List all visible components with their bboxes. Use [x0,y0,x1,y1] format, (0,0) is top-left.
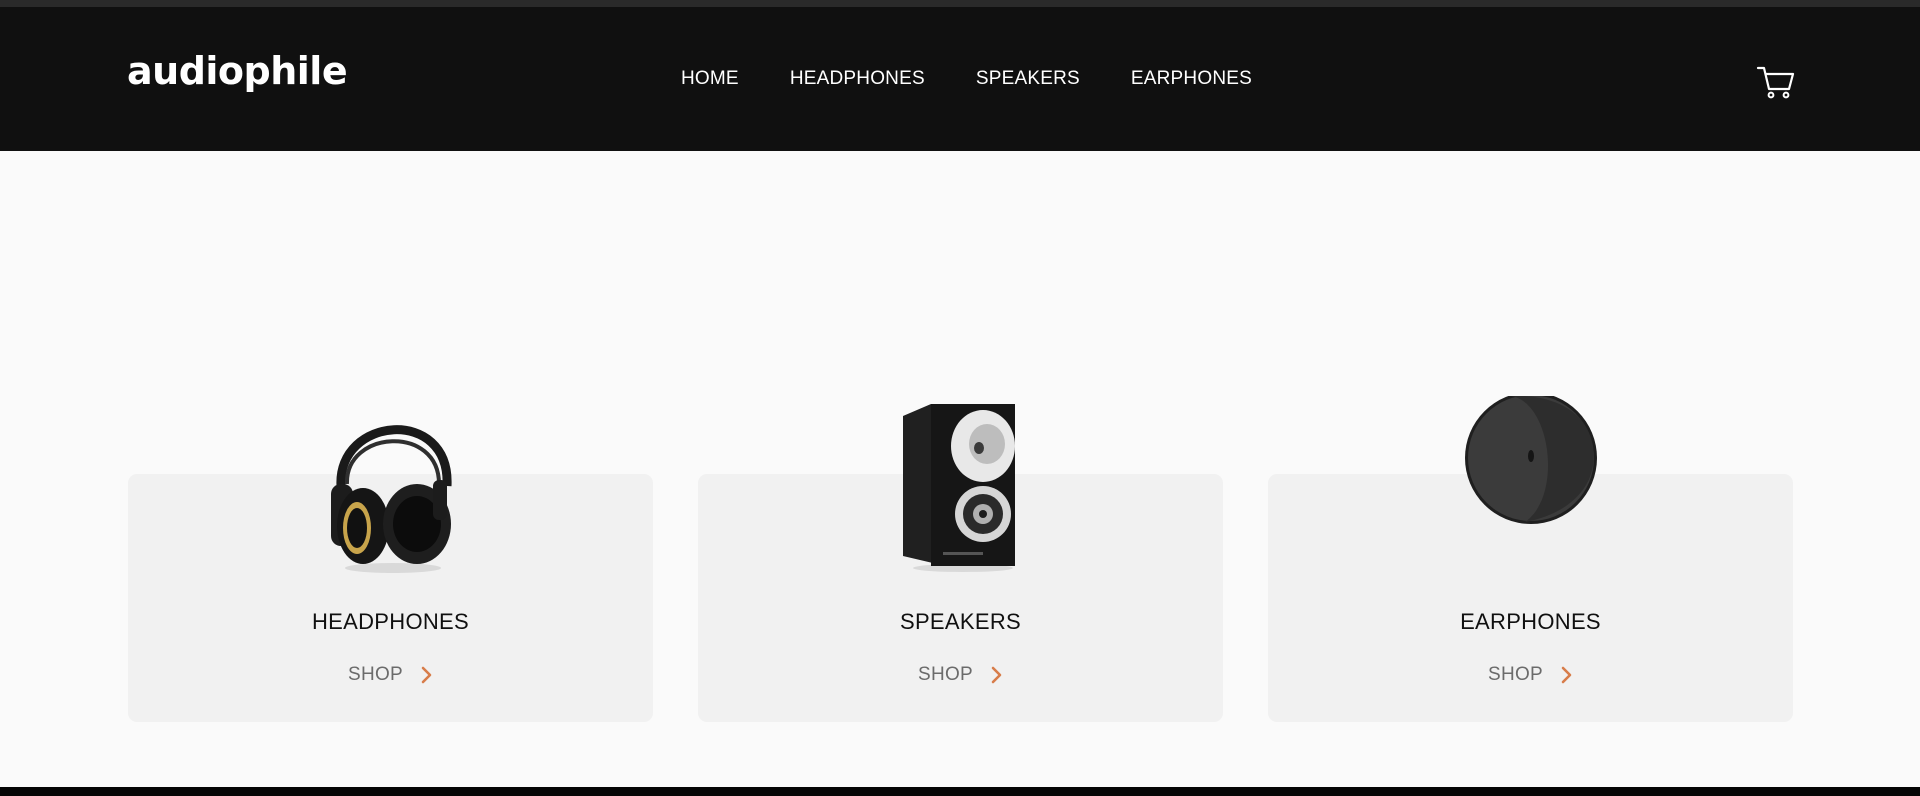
category-card-earphones: EARPHONES SHOP [1268,396,1793,722]
chevron-right-icon [421,666,432,684]
nav-link-home[interactable]: HOME [681,68,739,90]
cart-icon-graphic [1756,66,1795,99]
category-card-speakers: SPEAKERS SHOP [698,404,1223,722]
shop-label: SHOP [347,664,404,685]
chevron-right-icon [991,666,1002,684]
window-top-strip [0,0,1920,7]
shop-label: SHOP [917,664,974,685]
nav-link-headphones[interactable]: HEADPHONES [790,68,925,90]
speaker-image [902,404,1015,572]
footer-edge [0,787,1920,796]
earphones-case-image [1464,396,1597,524]
site-header: audiophile HOME HEADPHONES SPEAKERS EARP… [0,7,1920,151]
category-title: EARPHONES [1460,609,1601,634]
brand-logo[interactable]: audiophile [127,49,348,93]
nav-link-speakers[interactable]: SPEAKERS [976,68,1080,90]
category-card-headphones: HEADPHONES SHOP [128,425,653,722]
nav-link-earphones[interactable]: EARPHONES [1131,68,1252,90]
main-content: HEADPHONES SHOP SPEAKERS SHOP EARPHONES … [0,151,1920,787]
category-title: HEADPHONES [311,609,470,634]
chevron-right-icon [1561,666,1572,684]
shop-link-headphones[interactable]: SHOP [128,664,653,686]
headphones-image [330,425,452,573]
category-title: SPEAKERS [899,609,1021,634]
shop-link-speakers[interactable]: SHOP [698,664,1223,686]
main-nav: HOME HEADPHONES SPEAKERS EARPHONES [681,68,1252,90]
cart-icon[interactable] [1756,62,1796,102]
shop-label: SHOP [1487,664,1544,685]
shop-link-earphones[interactable]: SHOP [1268,664,1793,686]
